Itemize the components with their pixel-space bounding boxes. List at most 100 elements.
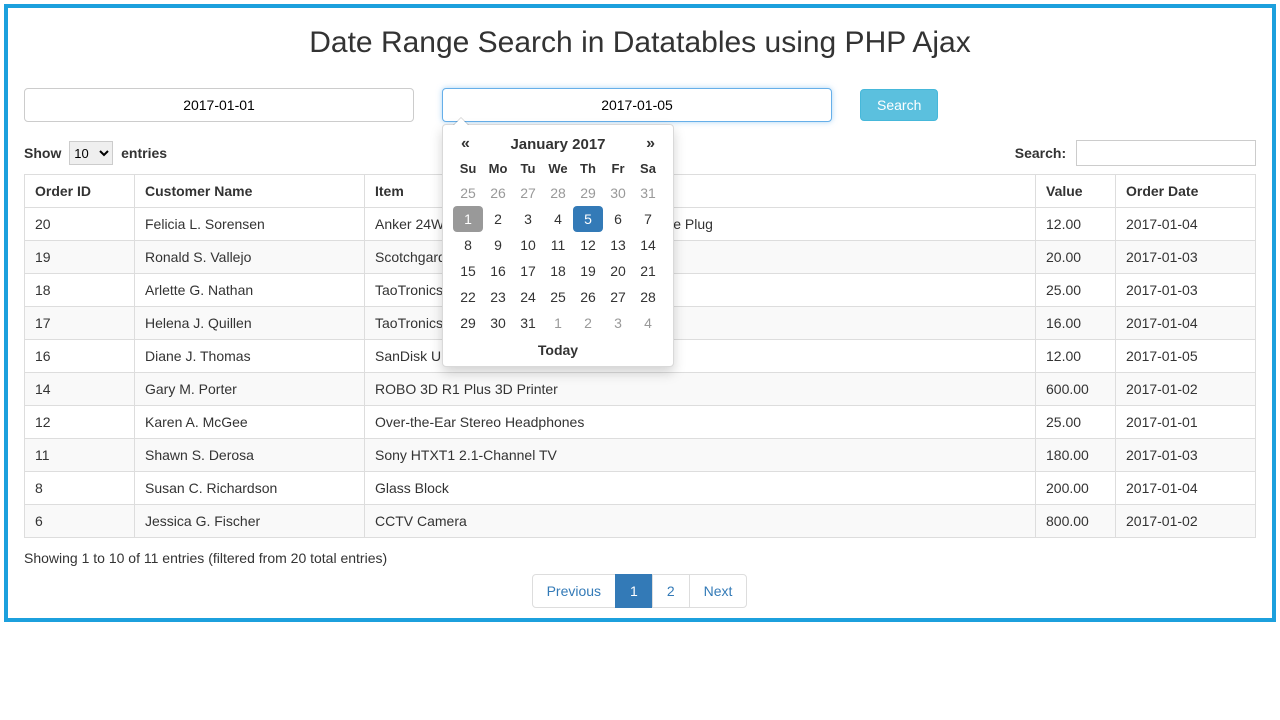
datepicker-day[interactable]: 25 xyxy=(543,284,573,310)
datepicker-dow: Su xyxy=(453,157,483,180)
datepicker-day[interactable]: 1 xyxy=(453,206,483,232)
datepicker-day[interactable]: 31 xyxy=(513,310,543,336)
cell-name: Diane J. Thomas xyxy=(135,340,365,373)
datepicker-day[interactable]: 15 xyxy=(453,258,483,284)
column-header[interactable]: Order Date xyxy=(1116,175,1256,208)
datepicker-day[interactable]: 30 xyxy=(483,310,513,336)
cell-date: 2017-01-01 xyxy=(1116,406,1256,439)
cell-name: Helena J. Quillen xyxy=(135,307,365,340)
datepicker-dow: Th xyxy=(573,157,603,180)
cell-value: 600.00 xyxy=(1036,373,1116,406)
cell-id: 11 xyxy=(25,439,135,472)
datepicker-day[interactable]: 25 xyxy=(453,180,483,206)
datepicker-day[interactable]: 27 xyxy=(603,284,633,310)
cell-item: Over-the-Ear Stereo Headphones xyxy=(365,406,1036,439)
datepicker-day[interactable]: 26 xyxy=(573,284,603,310)
table-search-input[interactable] xyxy=(1076,140,1256,166)
table-search: Search: xyxy=(1015,140,1256,166)
cell-date: 2017-01-03 xyxy=(1116,439,1256,472)
datepicker-day[interactable]: 28 xyxy=(543,180,573,206)
datepicker-day[interactable]: 22 xyxy=(453,284,483,310)
cell-id: 12 xyxy=(25,406,135,439)
to-date-input[interactable] xyxy=(442,88,832,122)
length-select[interactable]: 102550100 xyxy=(69,141,113,165)
datepicker-day[interactable]: 24 xyxy=(513,284,543,310)
cell-date: 2017-01-02 xyxy=(1116,373,1256,406)
datepicker-day[interactable]: 12 xyxy=(573,232,603,258)
table-row: 8Susan C. RichardsonGlass Block200.00201… xyxy=(25,472,1256,505)
cell-id: 14 xyxy=(25,373,135,406)
cell-date: 2017-01-04 xyxy=(1116,307,1256,340)
table-info: Showing 1 to 10 of 11 entries (filtered … xyxy=(24,550,1256,566)
datepicker-day[interactable]: 21 xyxy=(633,258,663,284)
cell-item: ROBO 3D R1 Plus 3D Printer xyxy=(365,373,1036,406)
datepicker-day[interactable]: 31 xyxy=(633,180,663,206)
datepicker-day[interactable]: 4 xyxy=(543,206,573,232)
datepicker-dow: Sa xyxy=(633,157,663,180)
page-title: Date Range Search in Datatables using PH… xyxy=(24,26,1256,60)
cell-id: 20 xyxy=(25,208,135,241)
cell-name: Gary M. Porter xyxy=(135,373,365,406)
datepicker-day[interactable]: 10 xyxy=(513,232,543,258)
cell-date: 2017-01-03 xyxy=(1116,274,1256,307)
cell-date: 2017-01-02 xyxy=(1116,505,1256,538)
table-row: 11Shawn S. DerosaSony HTXT1 2.1-Channel … xyxy=(25,439,1256,472)
cell-value: 200.00 xyxy=(1036,472,1116,505)
datepicker-day[interactable]: 2 xyxy=(483,206,513,232)
table-row: 6Jessica G. FischerCCTV Camera800.002017… xyxy=(25,505,1256,538)
search-button[interactable]: Search xyxy=(860,89,938,121)
datepicker-day[interactable]: 6 xyxy=(603,206,633,232)
datepicker-day[interactable]: 30 xyxy=(603,180,633,206)
column-header[interactable]: Value xyxy=(1036,175,1116,208)
column-header[interactable]: Customer Name xyxy=(135,175,365,208)
datepicker-next-icon[interactable]: » xyxy=(640,135,661,153)
datepicker-today[interactable]: Today xyxy=(453,336,663,362)
datepicker-day[interactable]: 29 xyxy=(453,310,483,336)
datepicker-day[interactable]: 28 xyxy=(633,284,663,310)
pagination-page[interactable]: 1 xyxy=(615,574,653,608)
cell-value: 25.00 xyxy=(1036,406,1116,439)
cell-id: 16 xyxy=(25,340,135,373)
datepicker-day[interactable]: 27 xyxy=(513,180,543,206)
datepicker-day[interactable]: 7 xyxy=(633,206,663,232)
pagination: Previous12Next xyxy=(24,574,1256,608)
cell-name: Susan C. Richardson xyxy=(135,472,365,505)
datepicker-day[interactable]: 19 xyxy=(573,258,603,284)
datepicker-day[interactable]: 3 xyxy=(603,310,633,336)
datepicker-day[interactable]: 29 xyxy=(573,180,603,206)
from-date-input[interactable] xyxy=(24,88,414,122)
datepicker-day[interactable]: 1 xyxy=(543,310,573,336)
datepicker-dow: Tu xyxy=(513,157,543,180)
datepicker-prev-icon[interactable]: « xyxy=(455,135,476,153)
datepicker-day[interactable]: 16 xyxy=(483,258,513,284)
datepicker-day[interactable]: 14 xyxy=(633,232,663,258)
column-header[interactable]: Order ID xyxy=(25,175,135,208)
datepicker-day[interactable]: 18 xyxy=(543,258,573,284)
table-row: 12Karen A. McGeeOver-the-Ear Stereo Head… xyxy=(25,406,1256,439)
cell-id: 8 xyxy=(25,472,135,505)
pagination-page[interactable]: 2 xyxy=(652,574,690,608)
datepicker-day[interactable]: 20 xyxy=(603,258,633,284)
datepicker-month-label[interactable]: January 2017 xyxy=(510,136,605,153)
datepicker: « January 2017 » SuMoTuWeThFrSa 25262728… xyxy=(442,124,674,367)
datepicker-day[interactable]: 5 xyxy=(573,206,603,232)
datepicker-day[interactable]: 9 xyxy=(483,232,513,258)
datepicker-day[interactable]: 26 xyxy=(483,180,513,206)
datepicker-day[interactable]: 17 xyxy=(513,258,543,284)
cell-name: Jessica G. Fischer xyxy=(135,505,365,538)
datepicker-day[interactable]: 13 xyxy=(603,232,633,258)
datepicker-day[interactable]: 4 xyxy=(633,310,663,336)
cell-name: Ronald S. Vallejo xyxy=(135,241,365,274)
cell-id: 18 xyxy=(25,274,135,307)
cell-value: 12.00 xyxy=(1036,208,1116,241)
pagination-next[interactable]: Next xyxy=(689,574,748,608)
datepicker-day[interactable]: 8 xyxy=(453,232,483,258)
datepicker-dow: We xyxy=(543,157,573,180)
cell-name: Felicia L. Sorensen xyxy=(135,208,365,241)
pagination-previous[interactable]: Previous xyxy=(532,574,616,608)
datepicker-day[interactable]: 11 xyxy=(543,232,573,258)
datepicker-day[interactable]: 2 xyxy=(573,310,603,336)
cell-item: CCTV Camera xyxy=(365,505,1036,538)
datepicker-day[interactable]: 23 xyxy=(483,284,513,310)
datepicker-day[interactable]: 3 xyxy=(513,206,543,232)
